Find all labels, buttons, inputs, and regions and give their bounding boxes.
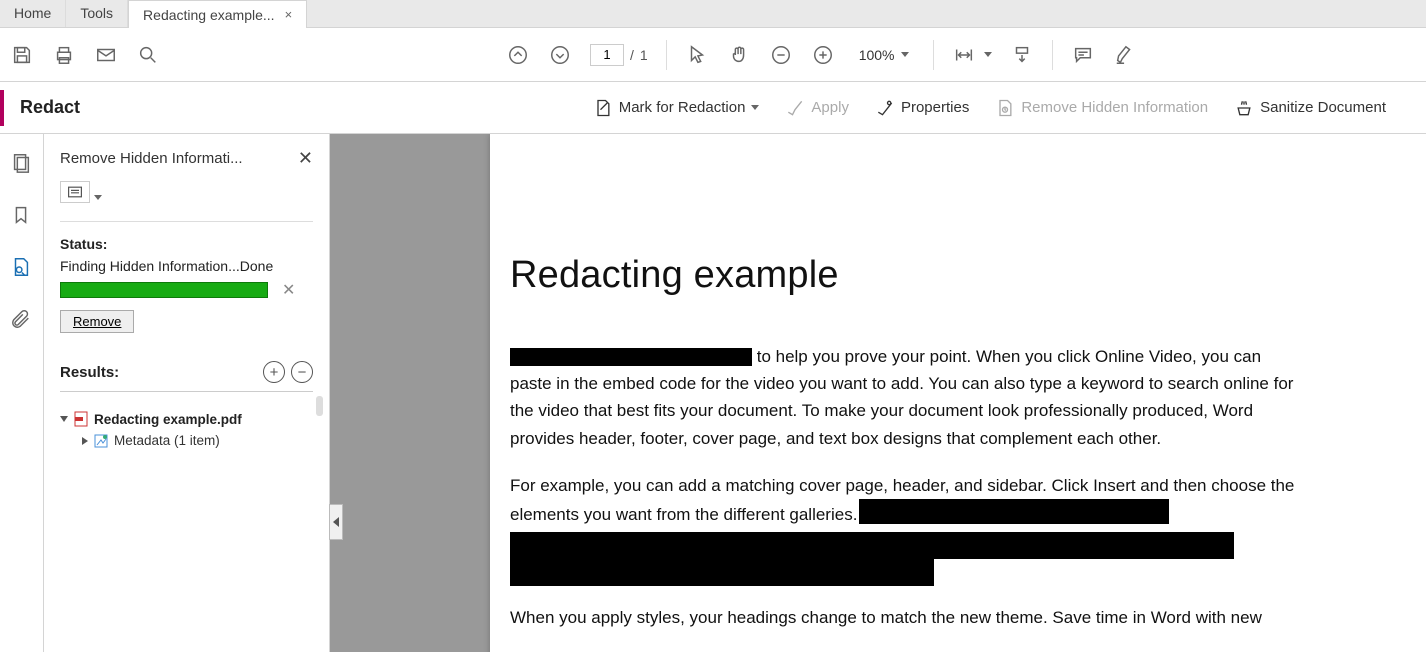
page-up-icon[interactable] bbox=[506, 43, 530, 67]
caret-down-icon[interactable] bbox=[984, 52, 992, 57]
chevron-down-icon[interactable] bbox=[60, 416, 68, 422]
properties-button[interactable]: Properties bbox=[875, 98, 969, 118]
redaction-mark bbox=[510, 348, 752, 366]
tree-file-name: Redacting example.pdf bbox=[94, 412, 242, 427]
hand-pan-icon[interactable] bbox=[727, 43, 751, 67]
mark-for-redaction-button[interactable]: Mark for Redaction bbox=[593, 98, 760, 118]
accent-bar bbox=[0, 90, 4, 126]
panel-gutter bbox=[330, 134, 350, 652]
content-area: Remove Hidden Informati... ✕ Status: Fin… bbox=[0, 134, 1426, 652]
paragraph-1: to help you prove your point. When you c… bbox=[510, 343, 1300, 452]
close-panel-icon[interactable]: ✕ bbox=[298, 148, 313, 169]
tree-metadata-label: Metadata (1 item) bbox=[114, 433, 220, 448]
search-icon[interactable] bbox=[136, 43, 160, 67]
zoom-level[interactable]: 100% bbox=[853, 45, 915, 65]
scroll-mode-icon[interactable] bbox=[1010, 43, 1034, 67]
expand-all-button[interactable]: + bbox=[263, 361, 285, 383]
close-tab-icon[interactable]: × bbox=[285, 7, 293, 22]
paragraph-2: For example, you can add a matching cove… bbox=[510, 472, 1300, 528]
zoom-in-icon[interactable] bbox=[811, 43, 835, 67]
redaction-mark bbox=[510, 559, 934, 586]
page-sep: / bbox=[630, 47, 634, 63]
collapse-all-button[interactable]: − bbox=[291, 361, 313, 383]
tab-home[interactable]: Home bbox=[0, 0, 66, 27]
cancel-progress-icon[interactable]: ✕ bbox=[282, 280, 295, 300]
remove-button[interactable]: Remove bbox=[60, 310, 134, 333]
caret-down-icon bbox=[901, 52, 909, 57]
apply-button: Apply bbox=[785, 98, 849, 118]
page-down-icon[interactable] bbox=[548, 43, 572, 67]
highlight-icon[interactable] bbox=[1113, 43, 1137, 67]
remove-hidden-panel: Remove Hidden Informati... ✕ Status: Fin… bbox=[44, 134, 330, 652]
redact-title: Redact bbox=[20, 97, 80, 118]
tree-metadata-row[interactable]: Metadata (1 item) bbox=[60, 430, 313, 451]
caret-down-icon[interactable] bbox=[94, 195, 102, 200]
email-icon[interactable] bbox=[94, 43, 118, 67]
remove-hidden-info-button[interactable]: Remove Hidden Information bbox=[995, 98, 1208, 118]
panel-options-button[interactable] bbox=[60, 181, 90, 203]
page-current-input[interactable] bbox=[590, 44, 624, 66]
print-icon[interactable] bbox=[52, 43, 76, 67]
triangle-left-icon bbox=[333, 517, 339, 527]
document-viewport[interactable]: Redacting example to help you prove your… bbox=[350, 134, 1426, 652]
fit-width-icon[interactable] bbox=[952, 43, 976, 67]
left-rail bbox=[0, 134, 44, 652]
zoom-out-icon[interactable] bbox=[769, 43, 793, 67]
hidden-info-icon[interactable] bbox=[10, 256, 34, 280]
comment-icon[interactable] bbox=[1071, 43, 1095, 67]
status-text: Finding Hidden Information...Done bbox=[60, 258, 313, 274]
progress-bar bbox=[60, 282, 268, 298]
redaction-mark bbox=[510, 532, 1234, 559]
metadata-icon bbox=[94, 434, 108, 448]
collapse-panel-button[interactable] bbox=[329, 504, 343, 540]
redact-toolbar: Redact Mark for Redaction Apply Properti… bbox=[0, 82, 1426, 134]
panel-title: Remove Hidden Informati... bbox=[60, 150, 243, 167]
caret-down-icon bbox=[751, 105, 759, 110]
results-label: Results: bbox=[60, 364, 119, 381]
main-toolbar: / 1 100% bbox=[0, 28, 1426, 82]
tree-file-row[interactable]: Redacting example.pdf bbox=[60, 408, 313, 430]
chevron-right-icon[interactable] bbox=[82, 437, 88, 445]
tab-tools[interactable]: Tools bbox=[66, 0, 128, 27]
select-arrow-icon[interactable] bbox=[685, 43, 709, 67]
tab-strip: Home Tools Redacting example... × bbox=[0, 0, 1426, 28]
paragraph-3: When you apply styles, your headings cha… bbox=[510, 604, 1300, 631]
document-title: Redacting example bbox=[510, 254, 1300, 297]
pdf-file-icon bbox=[74, 411, 88, 427]
bookmark-icon[interactable] bbox=[10, 204, 34, 228]
thumbnails-icon[interactable] bbox=[10, 152, 34, 176]
status-label: Status: bbox=[60, 236, 313, 252]
page-total: 1 bbox=[640, 47, 648, 63]
tree-scrollbar[interactable] bbox=[316, 396, 323, 416]
page-indicator: / 1 bbox=[590, 44, 648, 66]
redaction-mark bbox=[859, 499, 1169, 524]
results-tree: Redacting example.pdf Metadata (1 item) bbox=[60, 408, 313, 451]
attachment-icon[interactable] bbox=[10, 308, 34, 332]
tab-document[interactable]: Redacting example... × bbox=[128, 0, 307, 28]
document-page: Redacting example to help you prove your… bbox=[490, 134, 1426, 652]
sanitize-document-button[interactable]: Sanitize Document bbox=[1234, 98, 1386, 118]
save-icon[interactable] bbox=[10, 43, 34, 67]
